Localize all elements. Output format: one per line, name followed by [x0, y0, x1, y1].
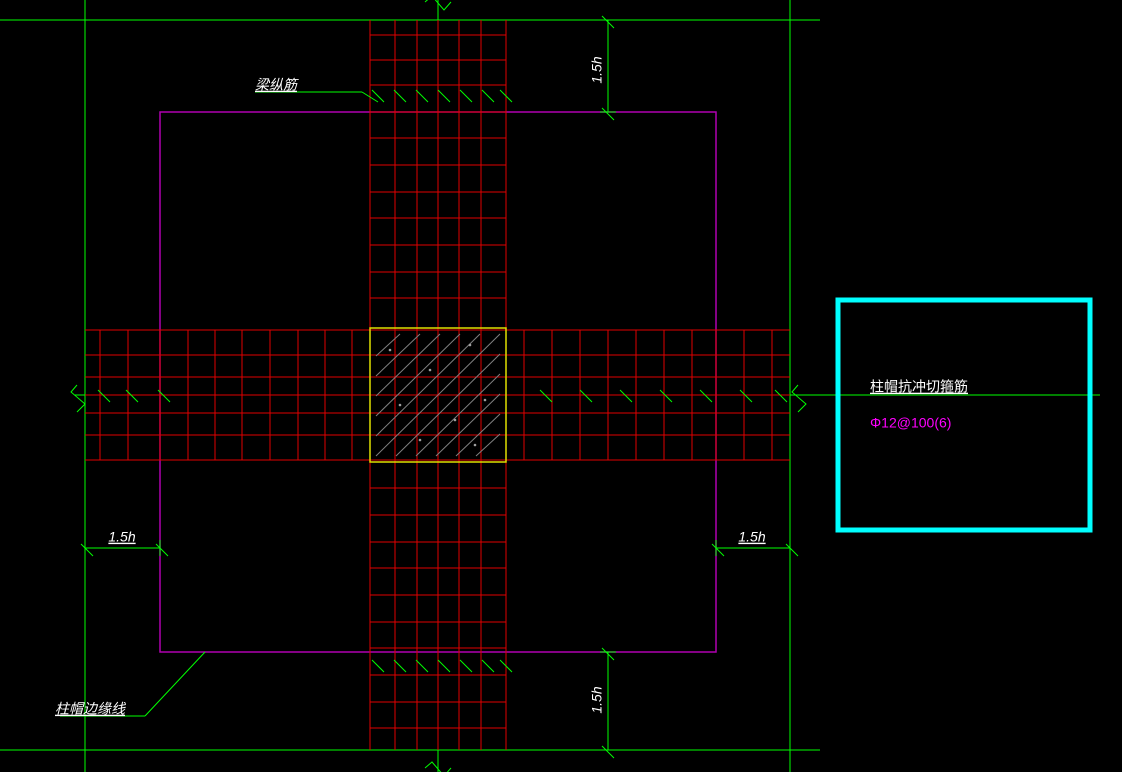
dimension-bottom: 1.5h [589, 686, 605, 713]
stirrup-ticks [98, 90, 787, 672]
diagram-canvas: 1.5h 1.5h 1.5h 1.5h 梁纵筋 柱帽边缘线 柱帽抗冲切箍筋 Φ1… [0, 0, 1122, 772]
dimensions [81, 16, 798, 758]
cap-edge-label: 柱帽边缘线 [55, 701, 127, 717]
dimension-left: 1.5h [108, 529, 135, 545]
legend-spec: Φ12@100(6) [870, 415, 951, 431]
beam-rebar-leader [255, 92, 378, 102]
beam-rebar-label: 梁纵筋 [255, 77, 299, 93]
legend-title: 柱帽抗冲切箍筋 [870, 379, 968, 395]
dimension-right: 1.5h [738, 529, 765, 545]
dimension-top: 1.5h [589, 56, 605, 83]
rebar-vertical-band [370, 20, 506, 750]
